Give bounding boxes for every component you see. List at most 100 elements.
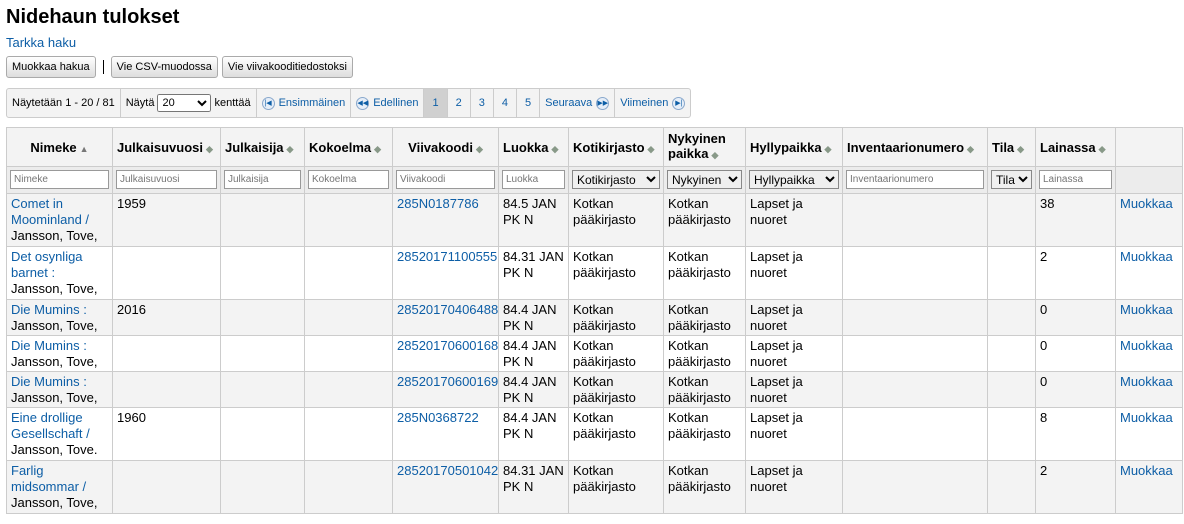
barcode-cell: 285N0187786 — [392, 193, 499, 247]
title-link[interactable]: Det osynliga barnet : — [11, 249, 83, 280]
last-page-icon: ▶| — [672, 96, 686, 110]
checkouts-filter-input[interactable] — [1039, 170, 1112, 189]
page-2-button[interactable]: 2 — [448, 89, 471, 117]
edit-item-link[interactable]: Muokkaa — [1120, 338, 1173, 353]
year-cell — [112, 246, 221, 300]
title-link[interactable]: Eine drollige Gesellschaft / — [11, 410, 90, 441]
edit-search-button[interactable]: Muokkaa hakua — [6, 56, 96, 78]
edit-item-link[interactable]: Muokkaa — [1120, 410, 1173, 425]
column-header-title[interactable]: Nimeke ▲ — [6, 127, 113, 167]
export-barcodes-button[interactable]: Vie viivakooditiedostoksi — [221, 56, 353, 78]
column-header-checkouts[interactable]: Lainassa ◆ — [1035, 127, 1116, 167]
class-cell: 84.31 JAN PK N — [498, 460, 569, 514]
export-csv-button[interactable]: Vie CSV-muodossa — [110, 56, 218, 78]
page-5-button[interactable]: 5 — [517, 89, 541, 117]
barcode-link[interactable]: 285N0187786 — [397, 196, 479, 211]
status-filter-select[interactable]: Tila — [991, 170, 1032, 189]
collection-cell — [304, 299, 393, 336]
holdingbranch-cell: Kotkan pääkirjasto — [663, 193, 746, 247]
title-cell: Farlig midsommar / Jansson, Tove, — [6, 460, 113, 514]
results-table: Nimeke ▲ Julkaisuvuosi ◆ Julkaisija ◆ Kokoe… — [6, 127, 1183, 514]
class-filter-input[interactable] — [502, 170, 565, 189]
column-header-publisher[interactable]: Julkaisija ◆ — [220, 127, 305, 167]
barcode-link[interactable]: 28520170600169 — [397, 374, 498, 389]
page-1-button[interactable]: 1 — [424, 89, 448, 117]
table-row: Eine drollige Gesellschaft / Jansson, Tov… — [6, 407, 1183, 461]
page-size-select[interactable]: 20 — [157, 94, 212, 112]
author-text: Jansson, Tove, — [11, 354, 98, 369]
page-size-control: Näytä 20 kenttää — [121, 89, 257, 117]
collection-cell — [304, 460, 393, 514]
inventory-cell — [842, 299, 988, 336]
inventory-cell — [842, 193, 988, 247]
edit-item-link[interactable]: Muokkaa — [1120, 374, 1173, 389]
edit-item-link[interactable]: Muokkaa — [1120, 196, 1173, 211]
last-page-button[interactable]: Viimeinen ▶| — [615, 89, 690, 117]
title-link[interactable]: Comet in Moominland / — [11, 196, 89, 227]
inventory-cell — [842, 371, 988, 408]
title-link[interactable]: Die Mumins : — [11, 302, 87, 317]
homebranch-cell: Kotkan pääkirjasto — [568, 335, 664, 372]
sort-icon: ◆ — [824, 143, 832, 154]
checkouts-cell: 8 — [1035, 407, 1116, 461]
actions-cell: Muokkaa — [1115, 335, 1183, 372]
column-header-location[interactable]: Hyllypaikka ◆ — [745, 127, 843, 167]
title-link[interactable]: Die Mumins : — [11, 374, 87, 389]
column-header-status[interactable]: Tila ◆ — [987, 127, 1036, 167]
year-cell — [112, 335, 221, 372]
edit-item-link[interactable]: Muokkaa — [1120, 463, 1173, 478]
holdingbranch-cell: Kotkan pääkirjasto — [663, 335, 746, 372]
title-link[interactable]: Farlig midsommar / — [11, 463, 86, 494]
first-page-label: Ensimmäinen — [278, 97, 346, 109]
location-filter-select[interactable]: Hyllypaikka — [749, 170, 839, 189]
collection-cell — [304, 371, 393, 408]
pagination-bar: Näytetään 1 - 20 / 81 Näytä 20 kenttää |… — [6, 88, 692, 118]
publisher-cell — [220, 335, 305, 372]
homebranch-filter-select[interactable]: Kotikirjasto — [572, 170, 660, 189]
collection-filter-input[interactable] — [308, 170, 389, 189]
edit-item-link[interactable]: Muokkaa — [1120, 302, 1173, 317]
next-page-button[interactable]: Seuraava ▶▶ — [540, 89, 616, 117]
sort-icon: ◆ — [374, 143, 382, 154]
publisher-cell — [220, 246, 305, 300]
previous-page-button[interactable]: ◀◀ Edellinen — [351, 89, 425, 117]
page-size-suffix: kenttää — [214, 97, 251, 109]
previous-page-icon: ◀◀ — [356, 96, 370, 110]
title-cell: Die Mumins : Jansson, Tove, — [6, 371, 113, 408]
column-header-homebranch[interactable]: Kotikirjasto ◆ — [568, 127, 664, 167]
advanced-search-link[interactable]: Tarkka haku — [6, 35, 1178, 50]
sort-asc-icon: ▲ — [79, 143, 89, 154]
barcode-cell: 28520170600169 — [392, 371, 499, 408]
publisher-filter-input[interactable] — [224, 170, 301, 189]
column-header-year[interactable]: Julkaisuvuosi ◆ — [112, 127, 221, 167]
inventory-filter-input[interactable] — [846, 170, 984, 189]
barcode-link[interactable]: 28520170600168 — [397, 338, 498, 353]
barcode-link[interactable]: 28520171100555 — [397, 249, 497, 264]
column-header-class[interactable]: Luokka ◆ — [498, 127, 569, 167]
year-cell: 2016 — [112, 299, 221, 336]
location-cell: Lapset ja nuoret — [745, 193, 843, 247]
barcode-link[interactable]: 28520170501042 — [397, 463, 498, 478]
column-header-barcode[interactable]: Viivakoodi ◆ — [392, 127, 499, 167]
page-4-button[interactable]: 4 — [494, 89, 517, 117]
actions-cell: Muokkaa — [1115, 371, 1183, 408]
checkouts-cell: 0 — [1035, 299, 1116, 336]
year-filter-input[interactable] — [116, 170, 217, 189]
holdingbranch-filter-select[interactable]: Nykyinen — [667, 170, 742, 189]
column-header-collection[interactable]: Kokoelma ◆ — [304, 127, 393, 167]
collection-cell — [304, 193, 393, 247]
barcode-link[interactable]: 28520170406488 — [397, 302, 498, 317]
title-filter-input[interactable] — [10, 170, 109, 189]
page-3-button[interactable]: 3 — [471, 89, 494, 117]
sort-icon: ◆ — [647, 143, 655, 154]
sort-icon: ◆ — [286, 143, 294, 154]
column-header-inventory[interactable]: Inventaarionumero ◆ — [842, 127, 988, 167]
first-page-button[interactable]: |◀ Ensimmäinen — [257, 89, 352, 117]
previous-page-label: Edellinen — [373, 97, 419, 109]
edit-item-link[interactable]: Muokkaa — [1120, 249, 1173, 264]
title-link[interactable]: Die Mumins : — [11, 338, 87, 353]
actions-cell: Muokkaa — [1115, 299, 1183, 336]
barcode-link[interactable]: 285N0368722 — [397, 410, 479, 425]
column-header-holdingbranch[interactable]: Nykyinen paikka ◆ — [663, 127, 746, 167]
barcode-filter-input[interactable] — [396, 170, 495, 189]
